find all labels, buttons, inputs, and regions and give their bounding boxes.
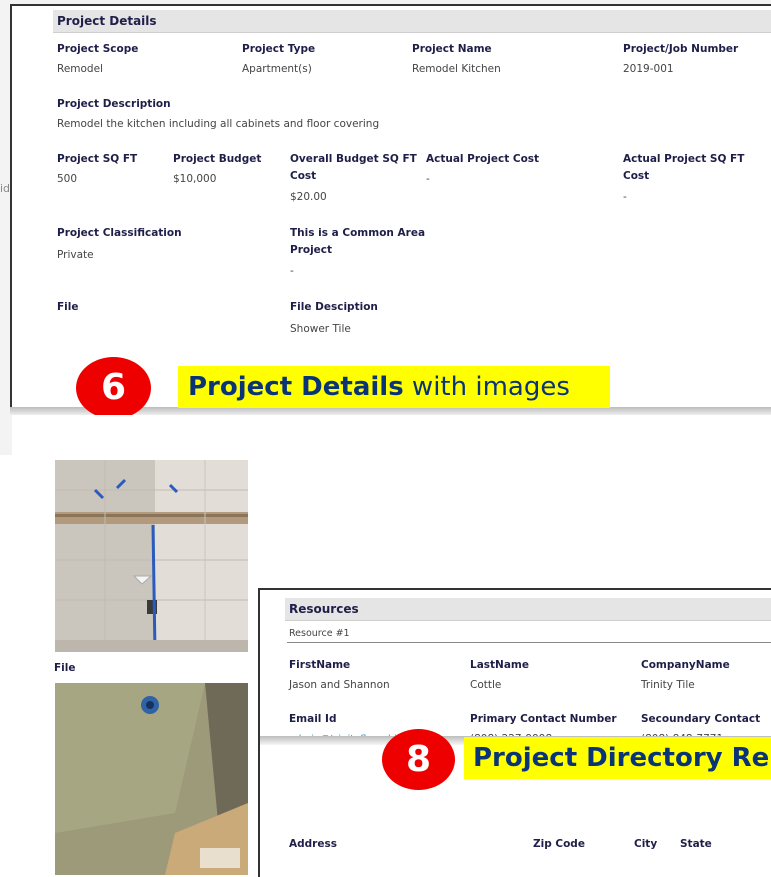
project-classification-label: Project Classification: [57, 227, 182, 239]
project-budget-value: $10,000: [173, 173, 217, 185]
city-label: City: [634, 838, 658, 850]
project-description-value: Remodel the kitchen including all cabine…: [57, 118, 380, 130]
actual-project-cost-value: -: [426, 173, 430, 185]
shower-tile-image: [55, 460, 248, 652]
overall-budget-sqft-value: $20.00: [290, 191, 327, 203]
callout-bold-text: Project Details: [188, 372, 404, 402]
company-name-label: CompanyName: [641, 659, 730, 671]
shower-pan-image: [55, 683, 248, 875]
shower-tile-photo: [55, 460, 248, 652]
common-area-label-line1: This is a Common Area: [290, 227, 426, 239]
step-badge-6: 6: [76, 357, 151, 419]
file-description-label: File Desciption: [290, 301, 378, 313]
project-type-value: Apartment(s): [242, 63, 312, 75]
background-text-fragment: id: [0, 182, 11, 195]
step-badge-8: 8: [382, 729, 455, 790]
actual-sqft-cost-label-line1: Actual Project SQ FT: [623, 153, 745, 165]
file-label: File: [57, 301, 79, 313]
callout-8-text: Project Directory Re: [473, 743, 770, 773]
primary-contact-label: Primary Contact Number: [470, 713, 617, 725]
actual-sqft-cost-label-line2: Cost: [623, 170, 650, 182]
actual-project-cost-label: Actual Project Cost: [426, 153, 540, 165]
resources-card: Resources Resource #1 FirstName Jason an…: [258, 588, 771, 877]
lastname-label: LastName: [470, 659, 529, 671]
file-description-value: Shower Tile: [290, 323, 351, 335]
resource-divider: [287, 642, 771, 643]
common-area-label-line2: Project: [290, 244, 333, 256]
project-type-label: Project Type: [242, 43, 316, 55]
project-name-value: Remodel Kitchen: [412, 63, 501, 75]
section-title: Project Details: [57, 14, 157, 28]
project-sqft-value: 500: [57, 173, 78, 185]
resource-number: Resource #1: [289, 628, 350, 639]
project-name-label: Project Name: [412, 43, 492, 55]
project-budget-label: Project Budget: [173, 153, 262, 165]
common-area-value: -: [290, 265, 294, 277]
callout-rest-text: with images: [403, 372, 570, 402]
project-details-header: Project Details: [53, 10, 771, 33]
firstname-value: Jason and Shannon: [289, 679, 390, 691]
company-name-value: Trinity Tile: [641, 679, 695, 691]
callout-project-details-images: Project Details with images: [178, 366, 610, 408]
resources-header: Resources: [285, 598, 771, 621]
project-scope-label: Project Scope: [57, 43, 139, 55]
secondary-contact-label: Secoundary Contact: [641, 713, 761, 725]
address-label: Address: [289, 838, 337, 850]
project-details-card: Project Details Project Scope Remodel Pr…: [10, 4, 771, 413]
lastname-value: Cottle: [470, 679, 502, 691]
firstname-label: FirstName: [289, 659, 351, 671]
project-scope-value: Remodel: [57, 63, 103, 75]
zip-code-label: Zip Code: [533, 838, 585, 850]
callout-project-directory: Project Directory Re: [464, 737, 771, 779]
project-number-label: Project/Job Number: [623, 43, 739, 55]
project-sqft-label: Project SQ FT: [57, 153, 138, 165]
state-label: State: [680, 838, 712, 850]
overall-budget-sqft-label-line1: Overall Budget SQ FT: [290, 153, 417, 165]
project-number-value: 2019-001: [623, 63, 674, 75]
actual-sqft-cost-value: -: [623, 191, 627, 203]
project-description-label: Project Description: [57, 98, 171, 110]
email-id-label: Email Id: [289, 713, 337, 725]
project-classification-value: Private: [57, 249, 94, 261]
file-label-2: File: [54, 662, 76, 674]
overall-budget-sqft-label-line2: Cost: [290, 170, 317, 182]
resources-title: Resources: [289, 602, 359, 616]
shower-pan-photo: [55, 683, 248, 875]
